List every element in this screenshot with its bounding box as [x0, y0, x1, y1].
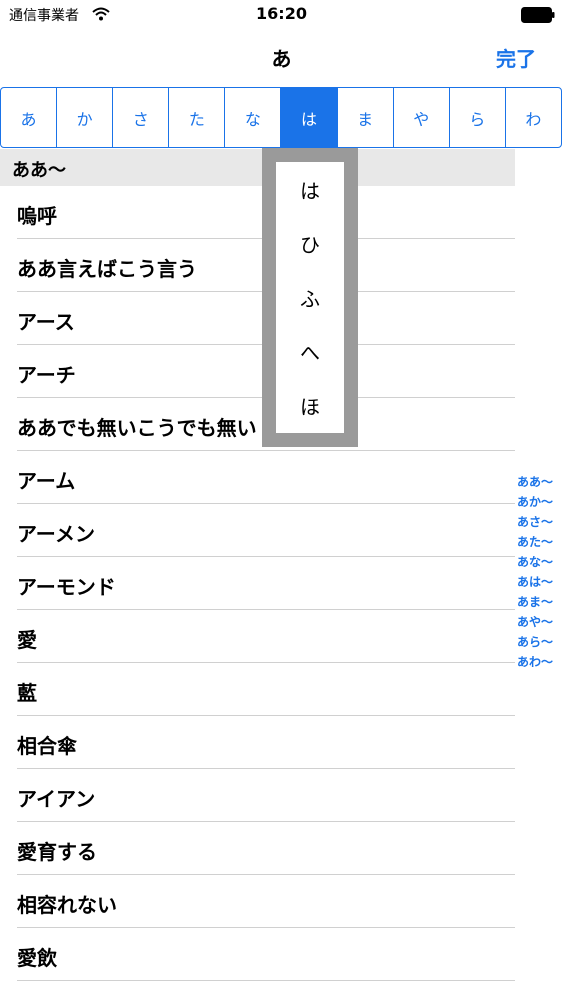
index-item[interactable]: あた〜 [517, 532, 563, 552]
index-item[interactable]: あら〜 [517, 632, 563, 652]
kana-option[interactable]: ひ [276, 216, 344, 270]
index-item[interactable]: ああ〜 [517, 472, 563, 492]
list-item[interactable]: ああ言えばこう言う [0, 239, 515, 292]
list-item[interactable]: アース [0, 292, 515, 345]
segment-7[interactable]: や [394, 88, 450, 147]
segment-0[interactable]: あ [1, 88, 58, 147]
list-item[interactable]: 相容れない [0, 875, 515, 928]
list-item[interactable]: アーム [0, 451, 515, 504]
list-item[interactable]: 愛育する [0, 822, 515, 875]
index-item[interactable]: あさ〜 [517, 512, 563, 532]
kana-picker-list: はひふへほ [276, 162, 344, 433]
segment-3[interactable]: た [169, 88, 226, 147]
list-item[interactable]: 愛 [0, 610, 515, 663]
battery-icon [521, 7, 555, 23]
segment-1[interactable]: か [57, 88, 114, 147]
index-item[interactable]: あな〜 [517, 552, 563, 572]
list-item[interactable]: ああでも無いこうでも無い [0, 398, 515, 451]
segment-9[interactable]: わ [506, 88, 561, 147]
status-bar: 通信事業者 16:20 [0, 0, 563, 30]
kana-segmented-control: あかさたなはまやらわ [0, 87, 562, 148]
list-item[interactable]: アーチ [0, 345, 515, 398]
index-item[interactable]: あは〜 [517, 572, 563, 592]
section-index-bar: ああ〜 あか〜 あさ〜 あた〜 あな〜 あは〜 あま〜 あや〜 あら〜 あわ〜 [517, 472, 563, 672]
segment-4[interactable]: な [225, 88, 282, 147]
list-item[interactable]: 嗚呼 [0, 186, 515, 239]
segment-5[interactable]: は [281, 88, 338, 147]
segment-2[interactable]: さ [113, 88, 170, 147]
index-item[interactable]: あま〜 [517, 592, 563, 612]
word-list: 嗚呼 ああ言えばこう言う アース アーチ ああでも無いこうでも無い アーム アーメン アーモン… [0, 186, 515, 981]
kana-option[interactable]: へ [276, 325, 344, 379]
kana-option[interactable]: ほ [276, 379, 344, 433]
section-header: ああ〜 [0, 149, 515, 186]
segment-8[interactable]: ら [450, 88, 506, 147]
list-item[interactable]: 相合傘 [0, 716, 515, 769]
kana-picker-popup: はひふへほ [262, 148, 358, 447]
status-time: 16:20 [256, 4, 307, 23]
kana-option[interactable]: ふ [276, 270, 344, 324]
list-item[interactable]: 愛飲 [0, 928, 515, 981]
index-item[interactable]: あや〜 [517, 612, 563, 632]
list-item[interactable]: アーモンド [0, 557, 515, 610]
segment-6[interactable]: ま [338, 88, 394, 147]
list-item[interactable]: 藍 [0, 663, 515, 716]
navigation-bar: あ 完了 [0, 30, 563, 84]
index-item[interactable]: あか〜 [517, 492, 563, 512]
done-button[interactable]: 完了 [496, 43, 536, 72]
kana-option[interactable]: は [276, 162, 344, 216]
list-item[interactable]: アーメン [0, 504, 515, 557]
index-item[interactable]: あわ〜 [517, 652, 563, 672]
page-title: あ [271, 47, 292, 71]
list-item[interactable]: アイアン [0, 769, 515, 822]
